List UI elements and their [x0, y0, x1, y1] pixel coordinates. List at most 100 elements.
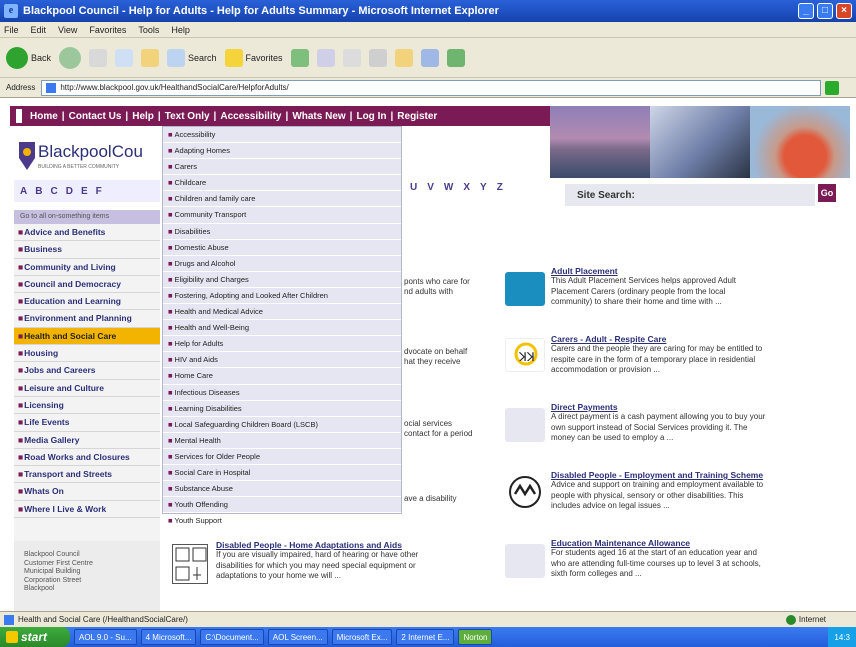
dropdown-item-adapting-homes[interactable]: ■ Adapting Homes — [163, 143, 401, 160]
sidebar-item-environment-and-planning[interactable]: ■Environment and Planning — [14, 310, 160, 328]
taskbar-item[interactable]: Norton — [458, 629, 493, 645]
menu-help[interactable]: Help — [171, 25, 190, 35]
taskbar-item[interactable]: AOL 9.0 - Su... — [74, 629, 137, 645]
dropdown-item-health-wellbeing[interactable]: ■ Health and Well-Being — [163, 320, 401, 337]
sidebar-item-jobs-and-careers[interactable]: ■Jobs and Careers — [14, 362, 160, 380]
dropdown-item-domestic-abuse[interactable]: ■ Domestic Abuse — [163, 240, 401, 256]
nav-whats-new[interactable]: Whats New — [292, 111, 345, 122]
sidebar-item-transport-and-streets[interactable]: ■Transport and Streets — [14, 466, 160, 484]
dropdown-item-learning-disabilities[interactable]: ■ Learning Disabilities — [163, 401, 401, 417]
dropdown-item-children-family-care[interactable]: ■ Children and family care — [163, 191, 401, 208]
menu-file[interactable]: File — [4, 25, 19, 35]
az-x[interactable]: X — [463, 182, 470, 193]
card-title-link[interactable]: Disabled People - Employment and Trainin… — [551, 470, 763, 480]
menu-favorites[interactable]: Favorites — [89, 25, 126, 35]
favorites-button[interactable]: Favorites — [224, 48, 283, 67]
card-title-link[interactable]: Direct Payments — [551, 402, 765, 412]
home-button[interactable] — [141, 48, 160, 67]
sidebar-item-business[interactable]: ■Business — [14, 241, 160, 259]
dropdown-item-mental-health[interactable]: ■ Mental Health — [163, 433, 401, 449]
dropdown-item-infectious-diseases[interactable]: ■ Infectious Diseases — [163, 385, 401, 401]
card-title-link[interactable]: Carers - Adult - Respite Care — [551, 334, 762, 344]
taskbar-item[interactable]: Microsoft Ex... — [331, 629, 393, 645]
sidebar-item-leisure-and-culture[interactable]: ■Leisure and Culture — [14, 380, 160, 397]
back-button[interactable]: Back — [6, 46, 51, 69]
taskbar-item[interactable]: AOL Screen... — [267, 629, 328, 645]
media-button[interactable] — [290, 48, 309, 67]
card-title-link[interactable]: Adult Placement — [551, 266, 736, 276]
aol-button[interactable] — [446, 48, 465, 67]
sidebar-item-where-i-live[interactable]: ■Where I Live & Work — [14, 501, 160, 519]
taskbar-item[interactable]: C:\Document... — [200, 629, 264, 645]
sidebar-item-education-and-learning[interactable]: ■Education and Learning — [14, 293, 160, 311]
forward-button[interactable] — [59, 46, 82, 69]
close-button[interactable]: × — [836, 3, 852, 19]
az-b[interactable]: B — [35, 186, 42, 197]
minimize-button[interactable]: _ — [798, 3, 814, 19]
az-a[interactable]: A — [20, 186, 27, 197]
dropdown-item-substance-abuse[interactable]: ■ Substance Abuse — [163, 481, 401, 498]
dropdown-item-drugs-alcohol[interactable]: ■ Drugs and Alcohol — [163, 256, 401, 272]
sidebar-item-life-events[interactable]: ■Life Events — [14, 414, 160, 432]
nav-accessibility[interactable]: Accessibility — [220, 111, 281, 122]
dropdown-item-fostering[interactable]: ■ Fostering, Adopting and Looked After Ch… — [163, 288, 401, 305]
menu-view[interactable]: View — [58, 25, 77, 35]
dropdown-item-disabilities[interactable]: ■ Disabilities — [163, 224, 401, 240]
mail-button[interactable] — [342, 48, 361, 67]
dropdown-item-lscb[interactable]: ■ Local Safeguarding Children Board (LSCB… — [163, 417, 401, 433]
site-search[interactable]: Site Search: — [565, 184, 815, 206]
az-w[interactable]: W — [444, 182, 453, 193]
card-title-link[interactable]: Education Maintenance Allowance — [551, 538, 761, 548]
dropdown-item-eligibility[interactable]: ■ Eligibility and Charges — [163, 272, 401, 288]
search-button[interactable]: Search — [167, 48, 217, 67]
sidebar-item-media-gallery[interactable]: ■Media Gallery — [14, 432, 160, 449]
nav-home[interactable]: Home — [30, 111, 58, 122]
refresh-button[interactable] — [115, 48, 134, 67]
dropdown-item-social-care-hospital[interactable]: ■ Social Care in Hospital — [163, 465, 401, 482]
sidebar-item-council-and-democracy[interactable]: ■Council and Democracy — [14, 276, 160, 294]
sidebar-item-advice-and-benefits[interactable]: ■Advice and Benefits — [14, 224, 160, 242]
folder-button[interactable] — [394, 48, 413, 67]
az-e[interactable]: E — [81, 186, 88, 197]
dropdown-item-carers[interactable]: ■ Carers — [163, 159, 401, 176]
sidebar-item-licensing[interactable]: ■Licensing — [14, 397, 160, 415]
sidebar-item-health-and-social-care[interactable]: ■Health and Social Care — [14, 327, 160, 346]
az-c[interactable]: C — [50, 186, 57, 197]
taskbar-item[interactable]: 4 Microsoft... — [140, 629, 197, 645]
dropdown-item-community-transport[interactable]: ■ Community Transport — [163, 207, 401, 224]
menu-edit[interactable]: Edit — [31, 25, 47, 35]
council-logo[interactable]: BlackpoolCou BUILDING A BETTER COMMUNITY — [16, 136, 162, 176]
nav-text-only[interactable]: Text Only — [165, 111, 210, 122]
sidebar-item-road-works[interactable]: ■Road Works and Closures — [14, 449, 160, 467]
nav-register[interactable]: Register — [397, 111, 437, 122]
history-button[interactable] — [316, 48, 335, 67]
card-title-link[interactable]: Disabled People - Home Adaptations and A… — [216, 540, 418, 550]
nav-log-in[interactable]: Log In — [356, 111, 386, 122]
dropdown-item-help-for-adults[interactable]: ■ Help for Adults — [163, 336, 401, 353]
az-z[interactable]: Z — [497, 182, 503, 193]
dropdown-item-accessibility[interactable]: ■ Accessibility — [163, 127, 401, 144]
sidebar-item-community-and-living[interactable]: ■Community and Living — [14, 259, 160, 276]
menu-tools[interactable]: Tools — [138, 25, 159, 35]
az-d[interactable]: D — [66, 186, 73, 197]
az-y[interactable]: Y — [480, 182, 487, 193]
dropdown-item-home-care[interactable]: ■ Home Care — [163, 368, 401, 385]
sidebar-item-housing[interactable]: ■Housing — [14, 345, 160, 363]
nav-help[interactable]: Help — [132, 111, 154, 122]
dropdown-item-hiv-aids[interactable]: ■ HIV and Aids — [163, 352, 401, 369]
messenger-button[interactable] — [420, 48, 439, 67]
dropdown-item-older-people[interactable]: ■ Services for Older People — [163, 449, 401, 465]
nav-contact-us[interactable]: Contact Us — [69, 111, 122, 122]
taskbar-item[interactable]: 2 Internet E... — [396, 629, 455, 645]
stop-button[interactable] — [89, 48, 108, 67]
dropdown-item-youth-offending[interactable]: ■ Youth Offending — [163, 497, 401, 514]
dropdown-item-childcare[interactable]: ■ Childcare — [163, 175, 401, 192]
sidebar-item-whats-on[interactable]: ■Whats On — [14, 483, 160, 501]
az-v[interactable]: V — [427, 182, 434, 193]
az-f[interactable]: F — [96, 186, 102, 197]
maximize-button[interactable]: □ — [817, 3, 833, 19]
address-input[interactable]: http://www.blackpool.gov.uk/HealthandSoc… — [41, 79, 822, 96]
print-button[interactable] — [368, 48, 387, 67]
az-u[interactable]: U — [410, 182, 417, 193]
go-button[interactable] — [825, 80, 840, 95]
